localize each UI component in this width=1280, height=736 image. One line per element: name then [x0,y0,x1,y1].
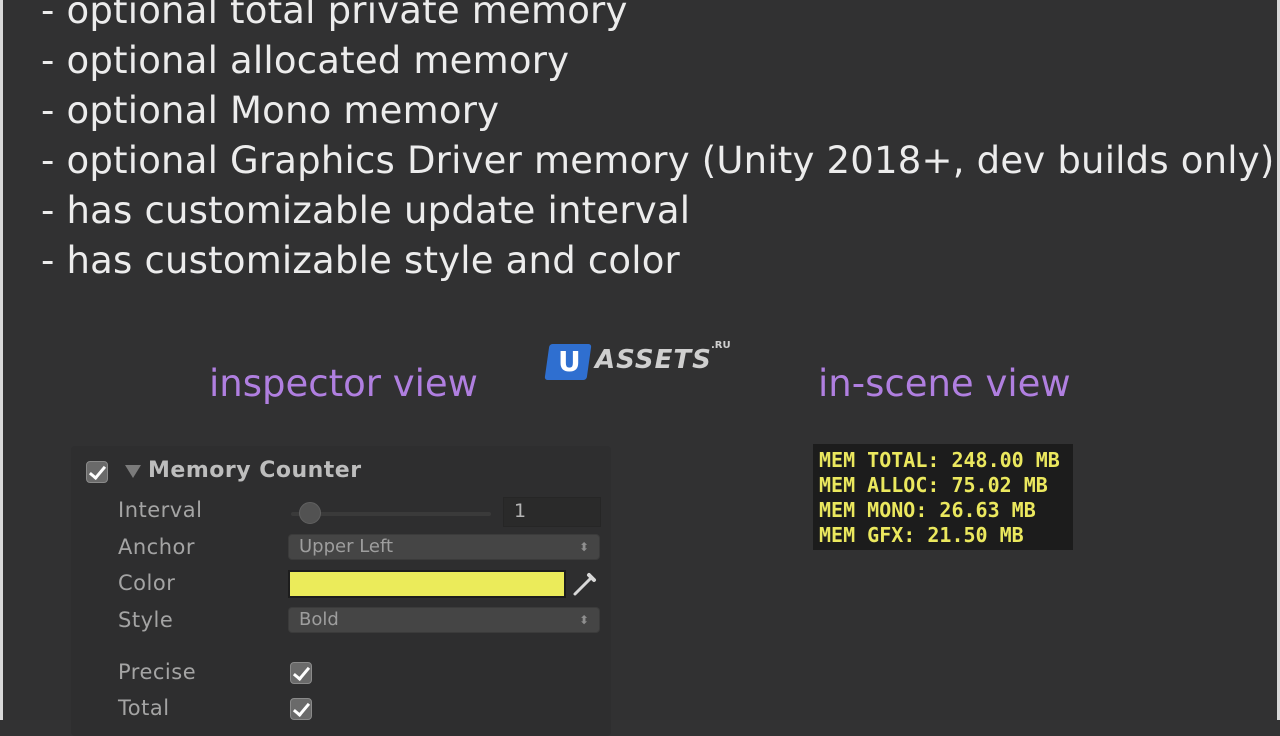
component-title: Memory Counter [148,458,362,483]
watermark-logo: U ASSETS .RU [544,340,737,382]
mem-gfx-line: MEM GFX: 21.50 MB [819,523,1024,547]
in-scene-memory-readout: MEM TOTAL: 248.00 MB MEM ALLOC: 75.02 MB… [813,444,1073,550]
inspector-panel: Memory Counter Interval 1 Anchor Upper L… [71,446,611,736]
interval-input[interactable]: 1 [503,497,601,527]
color-label: Color [118,571,176,595]
feature-item: - has customizable style and color [41,239,680,282]
slide-frame: - optional total private memory - option… [0,0,1280,736]
anchor-dropdown-value: Upper Left [299,536,394,557]
feature-item: - optional allocated memory [41,39,570,82]
in-scene-view-caption: in-scene view [818,362,1071,405]
mem-mono-line: MEM MONO: 26.63 MB [819,498,1036,522]
watermark-badge-letter: U [558,345,581,378]
component-enabled-checkbox[interactable] [86,461,108,483]
precise-checkbox[interactable] [290,662,312,684]
feature-list: - optional total private memory - option… [41,0,1274,286]
color-field[interactable] [288,570,566,598]
mem-alloc-line: MEM ALLOC: 75.02 MB [819,473,1048,497]
triangle-down-icon[interactable] [125,465,141,478]
watermark-text: ASSETS [595,345,712,375]
anchor-label: Anchor [118,535,196,559]
eyedropper-icon[interactable] [569,570,599,600]
feature-item: - optional Mono memory [41,89,500,132]
up-down-arrows-icon: ⬍ [578,540,589,554]
style-dropdown-value: Bold [299,609,339,630]
watermark-suffix: .RU [711,340,731,351]
feature-item: - has customizable update interval [41,189,691,232]
interval-slider-handle[interactable] [299,502,321,524]
anchor-dropdown[interactable]: Upper Left ⬍ [288,534,600,560]
total-label: Total [118,696,170,720]
inspector-view-caption: inspector view [209,362,478,405]
mem-total-line: MEM TOTAL: 248.00 MB [819,448,1060,472]
feature-item: - optional total private memory [41,0,628,32]
interval-slider-track[interactable] [291,512,491,516]
total-checkbox[interactable] [290,698,312,720]
feature-item: - optional Graphics Driver memory (Unity… [41,139,1275,182]
precise-label: Precise [118,660,197,684]
up-down-arrows-icon: ⬍ [578,613,589,627]
style-label: Style [118,608,174,632]
interval-label: Interval [118,498,203,522]
style-dropdown[interactable]: Bold ⬍ [288,607,600,633]
